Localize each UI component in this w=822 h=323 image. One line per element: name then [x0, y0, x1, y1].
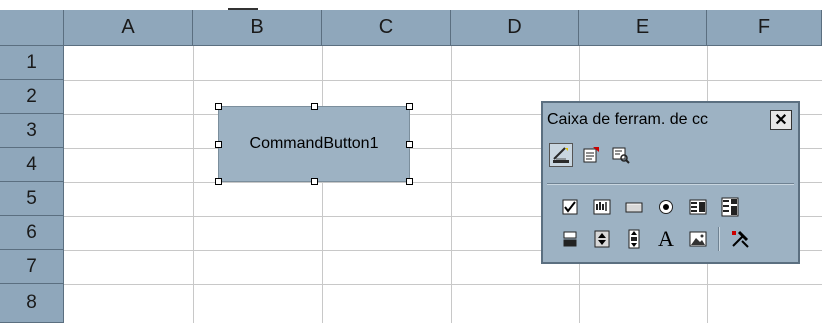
controls-row-2: A	[558, 227, 752, 251]
toolbox-top-tools	[549, 143, 633, 167]
toolbox-title[interactable]: Caixa de ferram. de cc	[547, 111, 759, 129]
column-header-f[interactable]: F	[707, 10, 822, 46]
grid-line	[451, 46, 452, 323]
command-button-1[interactable]: CommandButton1	[218, 106, 410, 182]
row-header-7[interactable]: 7	[0, 250, 64, 284]
design-mode-button[interactable]	[549, 143, 573, 167]
label-icon: A	[658, 226, 674, 251]
row-header-5[interactable]: 5	[0, 182, 64, 216]
resize-handle-w[interactable]	[215, 141, 222, 148]
row-header-6[interactable]: 6	[0, 216, 64, 250]
resize-handle-se[interactable]	[406, 178, 413, 185]
control-toolbox: Caixa de ferram. de cc ✕ A	[541, 101, 800, 264]
design-mode-icon	[553, 147, 569, 163]
row-header-3[interactable]: 3	[0, 114, 64, 148]
column-header-c[interactable]: C	[322, 10, 451, 46]
toolbox-vertical-separator	[718, 227, 720, 251]
scrollbar-tool[interactable]	[622, 227, 646, 251]
close-button[interactable]: ✕	[770, 110, 792, 130]
grid-line	[64, 80, 822, 81]
resize-handle-sw[interactable]	[215, 178, 222, 185]
resize-handle-e[interactable]	[406, 141, 413, 148]
more-controls-icon	[732, 230, 749, 248]
grid-line	[193, 46, 194, 323]
more-controls-tool[interactable]	[728, 227, 752, 251]
spin-button-tool[interactable]	[590, 227, 614, 251]
row-header-2[interactable]: 2	[0, 80, 64, 114]
command-button-label: CommandButton1	[249, 135, 379, 152]
spin-button-icon	[594, 230, 610, 248]
resize-handle-s[interactable]	[311, 178, 318, 185]
resize-handle-ne[interactable]	[406, 103, 413, 110]
scrollbar-icon	[628, 229, 640, 249]
listbox-tool[interactable]	[686, 195, 710, 219]
textbox-tool[interactable]	[590, 195, 614, 219]
combobox-icon	[721, 197, 739, 217]
combobox-tool[interactable]	[718, 195, 742, 219]
checkbox-icon	[562, 199, 578, 215]
row-header-4[interactable]: 4	[0, 148, 64, 182]
resize-handle-n[interactable]	[311, 103, 318, 110]
option-button-icon	[659, 200, 673, 214]
properties-button[interactable]	[579, 143, 603, 167]
resize-handle-nw[interactable]	[215, 103, 222, 110]
grid-line	[322, 46, 323, 323]
toolbox-separator-highlight	[547, 184, 794, 185]
listbox-icon	[689, 199, 707, 215]
toggle-button-tool[interactable]	[558, 227, 582, 251]
command-button-icon	[625, 202, 643, 213]
close-icon: ✕	[774, 112, 788, 129]
view-code-icon	[612, 147, 630, 164]
properties-icon	[583, 147, 599, 163]
row-header-1[interactable]: 1	[0, 46, 64, 80]
formula-bar-edge	[0, 0, 822, 10]
view-code-button[interactable]	[609, 143, 633, 167]
command-button-tool[interactable]	[622, 195, 646, 219]
select-all-corner[interactable]	[0, 10, 64, 46]
image-icon	[689, 231, 707, 247]
label-tool[interactable]: A	[654, 227, 678, 251]
toggle-button-icon	[563, 231, 577, 247]
column-header-a[interactable]: A	[64, 10, 193, 46]
grid-line	[64, 284, 822, 285]
spreadsheet: A B C D E F 1 2 3 4 5 6 7 8 CommandButto…	[0, 0, 822, 323]
option-button-tool[interactable]	[654, 195, 678, 219]
column-header-e[interactable]: E	[579, 10, 707, 46]
checkbox-tool[interactable]	[558, 195, 582, 219]
column-header-d[interactable]: D	[451, 10, 579, 46]
textbox-icon	[593, 199, 611, 215]
controls-row-1	[558, 195, 742, 219]
row-header-8[interactable]: 8	[0, 284, 64, 323]
image-tool[interactable]	[686, 227, 710, 251]
column-header-b[interactable]: B	[193, 10, 322, 46]
